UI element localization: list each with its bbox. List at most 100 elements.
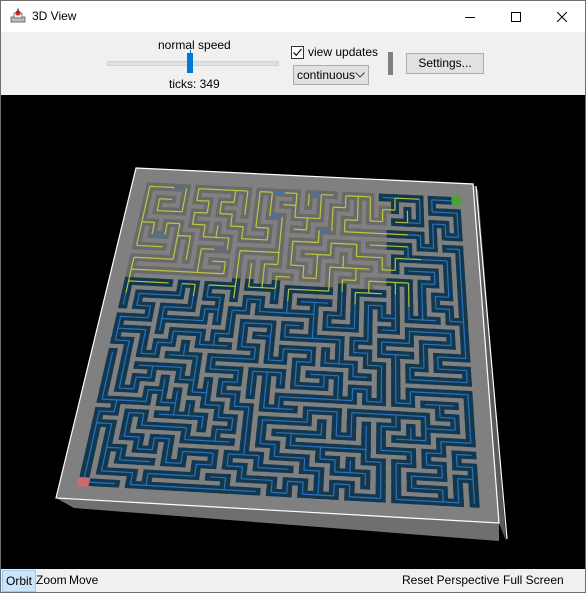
search-trace: [317, 482, 320, 496]
search-trace: [141, 280, 156, 283]
3d-viewport[interactable]: [1, 95, 585, 569]
search-trace: [124, 435, 140, 438]
search-trace: [445, 236, 459, 238]
separator-bar: [388, 52, 393, 75]
search-trace: [421, 259, 435, 261]
search-trace: [158, 413, 174, 416]
search-trace: [440, 428, 456, 431]
maximize-button[interactable]: [493, 1, 539, 32]
search-trace: [366, 412, 382, 415]
search-trace: [137, 448, 153, 451]
search-trace: [268, 359, 283, 362]
search-trace: [324, 351, 327, 364]
search-trace: [382, 281, 396, 284]
search-trace: [395, 221, 408, 224]
search-trace: [290, 264, 304, 267]
search-trace: [289, 456, 305, 459]
update-mode-select[interactable]: continuous: [293, 65, 369, 85]
speed-slider-track[interactable]: [107, 61, 279, 66]
search-trace: [366, 400, 382, 403]
search-trace: [355, 291, 369, 294]
search-trace: [302, 277, 317, 280]
search-trace: [382, 208, 396, 211]
search-trace: [284, 192, 297, 194]
search-trace: [174, 186, 187, 189]
full-screen-button[interactable]: Full Screen: [503, 573, 564, 587]
search-trace: [230, 225, 244, 228]
search-trace: [169, 210, 183, 213]
search-trace: [324, 362, 340, 365]
move-mode-button[interactable]: Move: [69, 573, 98, 587]
search-trace: [265, 251, 279, 254]
search-trace: [159, 198, 173, 200]
search-trace: [196, 463, 212, 466]
search-trace: [276, 431, 292, 434]
search-trace: [344, 231, 358, 233]
search-trace: [191, 391, 207, 394]
search-trace: [214, 440, 230, 443]
search-trace: [134, 316, 149, 319]
search-trace: [369, 244, 383, 247]
zoom-mode-button[interactable]: Zoom: [36, 573, 67, 587]
search-trace: [408, 270, 422, 273]
search-trace: [432, 211, 445, 214]
search-trace: [141, 221, 155, 224]
search-trace: [317, 230, 320, 243]
search-trace: [449, 320, 464, 323]
search-trace: [382, 245, 396, 247]
search-trace: [179, 378, 194, 381]
search-trace: [128, 280, 142, 283]
search-trace: [452, 381, 468, 384]
search-trace: [473, 491, 476, 504]
close-button[interactable]: [539, 1, 585, 32]
search-trace: [181, 283, 196, 285]
search-trace: [395, 414, 411, 417]
search-trace: [197, 271, 211, 274]
search-trace: [407, 234, 421, 237]
search-trace: [394, 197, 408, 200]
search-trace: [133, 256, 148, 259]
search-trace: [119, 387, 134, 390]
update-mode-value: continuous: [297, 68, 356, 82]
search-trace: [203, 236, 217, 239]
search-trace: [407, 198, 420, 200]
speed-slider-thumb[interactable]: [187, 53, 193, 73]
search-trace: [352, 375, 368, 378]
search-trace: [331, 207, 334, 220]
minimize-button[interactable]: [447, 1, 493, 32]
search-trace: [311, 326, 314, 339]
minimize-icon: [465, 16, 475, 18]
maximize-icon: [511, 11, 521, 22]
search-trace: [157, 269, 171, 272]
chevron-down-icon: [355, 72, 365, 78]
search-trace: [423, 331, 437, 334]
search-trace: [171, 426, 187, 429]
search-trace: [436, 332, 451, 335]
search-trace: [468, 418, 471, 432]
search-trace: [252, 370, 268, 373]
search-trace: [468, 406, 470, 420]
search-trace: [234, 405, 249, 408]
view-updates-checkbox[interactable]: [291, 46, 304, 59]
search-trace: [461, 297, 464, 311]
search-trace: [319, 446, 322, 460]
search-trace: [303, 469, 320, 472]
settings-button[interactable]: Settings...: [406, 53, 484, 74]
search-trace: [465, 370, 468, 383]
search-trace: [422, 319, 437, 322]
search-trace: [184, 438, 200, 441]
search-trace: [106, 446, 122, 449]
orbit-mode-button[interactable]: Orbit: [2, 570, 37, 592]
reset-perspective-button[interactable]: Reset Perspective: [402, 573, 499, 587]
window-title: 3D View: [32, 9, 77, 23]
search-trace: [136, 304, 151, 307]
view-updates-label[interactable]: view updates: [308, 45, 378, 59]
search-trace: [320, 194, 323, 207]
search-trace: [452, 369, 467, 372]
search-trace: [462, 309, 465, 323]
search-trace: [315, 266, 318, 279]
search-trace: [269, 215, 283, 218]
search-trace: [451, 357, 466, 360]
maze-scene[interactable]: [1, 95, 585, 569]
search-trace: [152, 233, 165, 236]
